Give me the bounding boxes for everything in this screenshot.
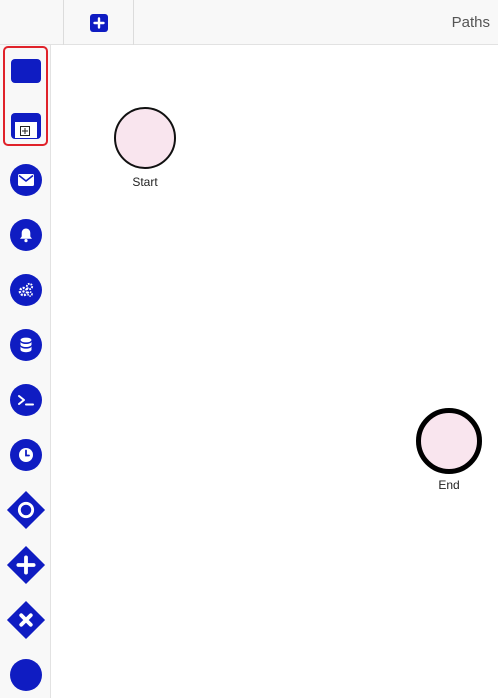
timer-event-tool[interactable] — [10, 439, 42, 471]
top-toolbar: Paths — [0, 0, 498, 45]
start-event-label: Start — [132, 175, 158, 189]
plus-square-icon — [89, 13, 108, 32]
exclusive-gateway-tool[interactable] — [6, 600, 46, 640]
gateway-plus-icon — [6, 545, 46, 585]
end-event-label: End — [438, 478, 460, 492]
circle-icon — [10, 659, 42, 691]
bell-icon — [10, 219, 42, 251]
message-event-tool[interactable] — [10, 164, 42, 196]
subprocess-icon — [11, 113, 41, 139]
service-task-tool[interactable] — [10, 274, 42, 306]
clock-icon — [10, 439, 42, 471]
data-store-tool[interactable] — [10, 329, 42, 361]
event-tool[interactable] — [10, 659, 42, 691]
script-task-tool[interactable] — [10, 384, 42, 416]
envelope-icon — [10, 164, 42, 196]
add-button[interactable] — [64, 0, 134, 45]
gears-icon — [10, 274, 42, 306]
task-tool[interactable] — [11, 59, 41, 83]
parallel-gateway-tool[interactable] — [6, 545, 46, 585]
rounded-rect-icon — [11, 59, 41, 83]
end-event[interactable] — [416, 408, 482, 474]
subprocess-tool[interactable] — [11, 113, 41, 139]
database-icon — [10, 329, 42, 361]
gateway-x-icon — [6, 600, 46, 640]
terminal-icon — [10, 384, 42, 416]
inclusive-gateway-tool[interactable] — [6, 490, 46, 530]
toolbar-spacer — [0, 0, 64, 45]
gateway-circle-icon — [6, 490, 46, 530]
signal-event-tool[interactable] — [10, 219, 42, 251]
start-event[interactable] — [114, 107, 176, 169]
panel-title: Paths — [451, 14, 490, 31]
